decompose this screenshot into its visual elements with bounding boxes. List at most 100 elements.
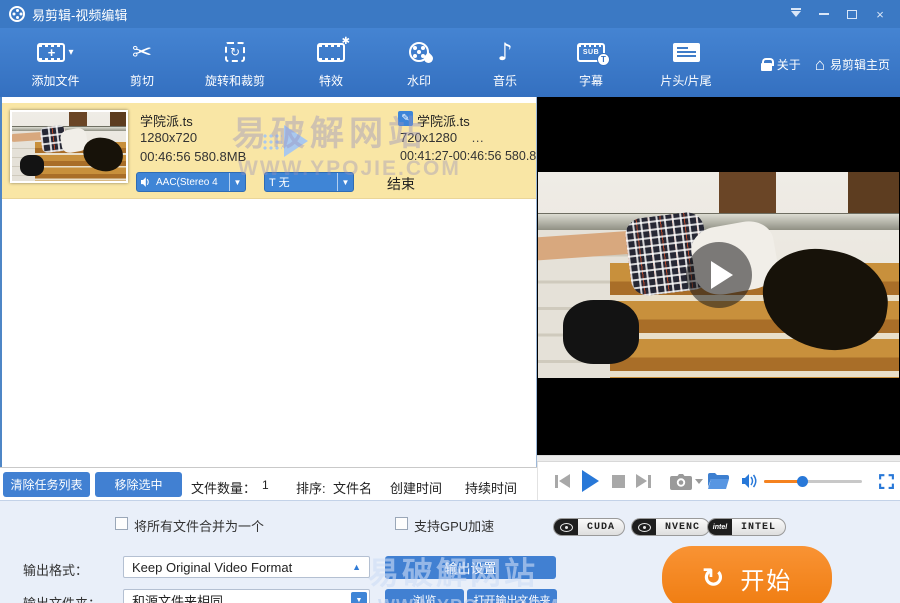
toolbar-watermark[interactable]: 水印 <box>373 34 465 89</box>
volume-slider[interactable] <box>764 480 862 483</box>
scissors-icon: ✂ <box>132 40 152 64</box>
seekbar[interactable] <box>537 455 900 462</box>
chevron-down-icon: ▼ <box>351 592 367 603</box>
list-footer: 清除任务列表 移除选中 文件数量： 1 排序: 文件名 创建时间 持续时间 <box>0 467 537 500</box>
close-button[interactable]: × <box>868 4 892 24</box>
subtitle-icon: SUBT <box>577 43 605 62</box>
chevron-down-icon: ▼ <box>337 173 353 191</box>
snapshot-caret-icon <box>695 479 703 484</box>
mute-button[interactable] <box>742 462 758 500</box>
play-button[interactable] <box>582 462 599 500</box>
clear-tasks-button[interactable]: 清除任务列表 <box>3 472 90 497</box>
lock-icon <box>761 63 772 71</box>
tray-menu-button[interactable] <box>784 4 808 24</box>
minimize-icon <box>819 13 829 15</box>
open-snapshot-folder-button[interactable] <box>708 462 729 500</box>
start-button[interactable]: ↻ 开始 <box>662 546 832 603</box>
prev-bar-icon <box>555 475 558 488</box>
source-resolution: 1280x720 <box>140 130 197 145</box>
chevron-down-icon: ▾ <box>68 47 73 58</box>
toolbar-music[interactable]: ♪ 音乐 <box>465 34 545 89</box>
next-triangle-icon <box>636 474 647 488</box>
audio-track-dropdown[interactable]: AAC(Stereo 4 ▼ <box>136 172 246 192</box>
next-frame-button[interactable] <box>636 462 651 500</box>
camera-icon <box>670 473 692 490</box>
stop-icon <box>612 475 625 488</box>
player-controls <box>537 462 900 500</box>
app-window: 易剪辑-视频编辑 × +▾ 添加文件 ✂ 剪切 ↻ 旋转和裁剪 ✱ 特效 水印 <box>0 0 900 603</box>
fullscreen-button[interactable] <box>878 462 895 500</box>
home-link[interactable]: ⌂易剪辑主页 <box>815 56 890 73</box>
window-title: 易剪辑-视频编辑 <box>32 5 127 24</box>
about-link[interactable]: 关于 <box>761 56 801 73</box>
more-button[interactable]: … <box>471 130 484 145</box>
minimize-button[interactable] <box>812 4 836 24</box>
prev-frame-button[interactable] <box>555 462 570 500</box>
file-row[interactable]: 学院派.ts 1280x720 00:46:56 580.8MB ✎ 学院派.t… <box>2 103 536 199</box>
toolbar-effects[interactable]: ✱ 特效 <box>289 34 373 89</box>
next-bar-icon <box>648 475 651 488</box>
speaker-icon <box>141 177 152 187</box>
nvidia-logo-icon <box>632 519 656 535</box>
subtitle-dropdown[interactable]: T 无 ▼ <box>264 172 354 192</box>
edit-icon[interactable]: ✎ <box>398 111 413 126</box>
gpu-checkbox[interactable] <box>395 517 408 530</box>
sort-option-duration[interactable]: 持续时间 <box>465 478 517 497</box>
output-settings-panel: 将所有文件合并为一个 支持GPU加速 CUDA NVENC intel INTE… <box>0 500 900 603</box>
thumbnail-scene <box>12 112 126 181</box>
music-icon: ♪ <box>497 40 512 64</box>
volume-icon <box>742 474 758 488</box>
toolbar-rotate-crop[interactable]: ↻ 旋转和裁剪 <box>181 34 289 89</box>
window-controls: × <box>784 4 892 24</box>
video-frame <box>538 172 899 378</box>
nvidia-logo-icon <box>554 519 578 535</box>
output-settings-button[interactable]: 输出设置 <box>385 556 556 579</box>
file-count-value: 1 <box>262 478 269 492</box>
source-file-name: 学院派.ts <box>140 111 193 130</box>
film-add-icon: + <box>37 43 65 62</box>
output-folder-dropdown[interactable]: 和源文件夹相同 ▼ <box>123 589 370 603</box>
play-overlay-button[interactable] <box>686 242 752 308</box>
folder-icon <box>708 473 729 489</box>
play-icon <box>711 261 733 289</box>
sort-option-filename[interactable]: 文件名 <box>333 478 372 497</box>
target-range-size: 00:41:27-00:46:56 580.8MB <box>400 149 555 163</box>
stop-button[interactable] <box>612 462 625 500</box>
toolbar-add-files[interactable]: +▾ 添加文件 <box>8 34 103 89</box>
toolbar-right: 关于 ⌂易剪辑主页 <box>761 56 890 73</box>
intel-badge[interactable]: intel INTEL <box>707 518 786 536</box>
output-folder-label: 输出文件夹： <box>23 593 101 603</box>
play-triangle-icon <box>582 470 599 492</box>
file-count-label: 文件数量： <box>191 478 256 497</box>
browse-button[interactable]: 浏览 <box>385 589 464 603</box>
cuda-badge[interactable]: CUDA <box>553 518 625 536</box>
sort-label: 排序: <box>296 478 326 497</box>
remove-selected-button[interactable]: 移除选中 <box>95 472 182 497</box>
gpu-label: 支持GPU加速 <box>414 516 494 535</box>
prev-triangle-icon <box>559 474 570 488</box>
volume-thumb[interactable] <box>797 476 808 487</box>
toolbar: +▾ 添加文件 ✂ 剪切 ↻ 旋转和裁剪 ✱ 特效 水印 ♪ 音乐 SUBT 字… <box>0 28 900 97</box>
watermark-icon <box>409 42 429 62</box>
toolbar-subtitles[interactable]: SUBT 字幕 <box>545 34 637 89</box>
chevron-down-icon: ▼ <box>229 173 245 191</box>
target-resolution: 720x1280… <box>400 130 484 145</box>
toolbar-intro-outro[interactable]: 片头/片尾 <box>637 34 735 89</box>
rotate-crop-icon: ↻ <box>225 42 245 62</box>
intel-logo-icon: intel <box>708 519 732 535</box>
tray-caret-icon <box>791 11 801 17</box>
snapshot-button[interactable] <box>670 462 703 500</box>
merge-checkbox[interactable] <box>115 517 128 530</box>
video-thumbnail <box>10 110 128 183</box>
output-format-dropdown[interactable]: Keep Original Video Format ▲ <box>123 556 370 578</box>
refresh-icon: ↻ <box>702 563 725 594</box>
intro-outro-icon <box>673 43 700 62</box>
maximize-button[interactable] <box>840 4 864 24</box>
toolbar-cut[interactable]: ✂ 剪切 <box>103 34 181 89</box>
file-list-panel: 学院派.ts 1280x720 00:46:56 580.8MB ✎ 学院派.t… <box>0 97 537 467</box>
open-output-folder-button[interactable]: 打开输出文件夹 <box>467 589 557 603</box>
end-status-label: 结束 <box>387 174 415 194</box>
nvenc-badge[interactable]: NVENC <box>631 518 710 536</box>
sort-option-created-time[interactable]: 创建时间 <box>390 478 442 497</box>
fullscreen-icon <box>878 473 895 490</box>
